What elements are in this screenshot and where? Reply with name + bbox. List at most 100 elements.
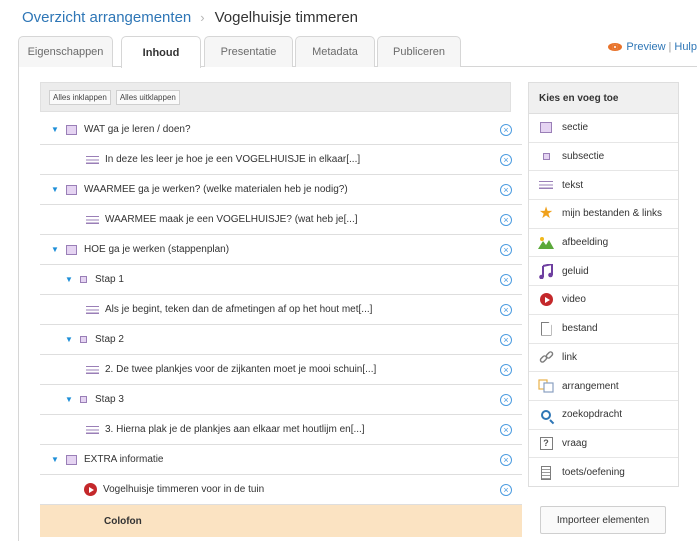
tree-toolbar: Alles inklappen Alles uitklappen bbox=[40, 82, 511, 112]
tree-row-text[interactable]: 2. De twee plankjes voor de zijkanten mo… bbox=[40, 355, 522, 385]
tree-row-video[interactable]: Vogelhuisje timmeren voor in de tuin × bbox=[40, 475, 522, 505]
sectie-icon bbox=[66, 184, 77, 195]
tree-row-section[interactable]: ▼ WAT ga je leren / doen? × bbox=[40, 115, 522, 145]
add-sectie[interactable]: sectie bbox=[529, 114, 678, 143]
collapse-toggle-icon[interactable]: ▼ bbox=[64, 275, 74, 284]
tree-row-subsection[interactable]: ▼ Stap 1 × bbox=[40, 265, 522, 295]
add-item-label: geluid bbox=[562, 265, 589, 277]
add-item-label: arrangement bbox=[562, 380, 619, 392]
text-lines-icon bbox=[86, 365, 99, 374]
link-chain-icon bbox=[538, 349, 554, 365]
add-video[interactable]: video bbox=[529, 286, 678, 315]
help-link[interactable]: Hulp bbox=[674, 41, 697, 53]
add-element-panel: Kies en voeg toe sectie subsectie tekst … bbox=[528, 82, 679, 487]
collapse-all-button[interactable]: Alles inklappen bbox=[49, 89, 111, 105]
remove-icon[interactable]: × bbox=[500, 364, 512, 376]
add-afbeelding[interactable]: afbeelding bbox=[529, 229, 678, 258]
tree-row-section[interactable]: ▼ WAARMEE ga je werken? (welke materiale… bbox=[40, 175, 522, 205]
remove-icon[interactable]: × bbox=[500, 154, 512, 166]
add-vraag[interactable]: ? vraag bbox=[529, 430, 678, 459]
eye-icon bbox=[608, 43, 623, 51]
collapse-toggle-icon[interactable]: ▼ bbox=[50, 125, 60, 134]
remove-icon[interactable]: × bbox=[500, 484, 512, 496]
add-arrangement[interactable]: arrangement bbox=[529, 372, 678, 401]
add-bestand[interactable]: bestand bbox=[529, 315, 678, 344]
sectie-icon bbox=[66, 244, 77, 255]
breadcrumb: Overzicht arrangementen › Vogelhuisje ti… bbox=[22, 6, 358, 28]
add-link[interactable]: link bbox=[529, 344, 678, 373]
tree-row-label: 2. De twee plankjes voor de zijkanten mo… bbox=[105, 364, 377, 375]
arrangement-icon bbox=[538, 378, 554, 394]
tree-row-text[interactable]: WAARMEE maak je een VOGELHUISJE? (wat he… bbox=[40, 205, 522, 235]
tab-eigenschappen[interactable]: Eigenschappen bbox=[18, 36, 113, 67]
collapse-toggle-icon[interactable]: ▼ bbox=[64, 335, 74, 344]
search-icon bbox=[538, 407, 554, 423]
remove-icon[interactable]: × bbox=[500, 454, 512, 466]
colofon-row[interactable]: Colofon bbox=[40, 505, 522, 537]
tree-row-text[interactable]: In deze les leer je hoe je een VOGELHUIS… bbox=[40, 145, 522, 175]
breadcrumb-overview-link[interactable]: Overzicht arrangementen bbox=[22, 9, 191, 26]
remove-icon[interactable]: × bbox=[500, 274, 512, 286]
import-elements-button[interactable]: Importeer elementen bbox=[540, 506, 666, 534]
sectie-icon bbox=[66, 124, 77, 135]
tree-row-label: Stap 2 bbox=[95, 334, 124, 345]
tree-row-text[interactable]: Als je begint, teken dan de afmetingen a… bbox=[40, 295, 522, 325]
tree-row-section[interactable]: ▼ EXTRA informatie × bbox=[40, 445, 522, 475]
tree-row-section[interactable]: ▼ HOE ga je werken (stappenplan) × bbox=[40, 235, 522, 265]
add-toets-oefening[interactable]: toets/oefening bbox=[529, 458, 678, 487]
subsectie-icon bbox=[80, 276, 87, 283]
text-lines-icon bbox=[538, 177, 554, 193]
add-zoekopdracht[interactable]: zoekopdracht bbox=[529, 401, 678, 430]
add-tekst[interactable]: tekst bbox=[529, 171, 678, 201]
tree-row-label: HOE ga je werken (stappenplan) bbox=[84, 244, 230, 255]
collapse-toggle-icon[interactable]: ▼ bbox=[50, 245, 60, 254]
tree-row-subsection[interactable]: ▼ Stap 3 × bbox=[40, 385, 522, 415]
remove-icon[interactable]: × bbox=[500, 304, 512, 316]
add-item-label: afbeelding bbox=[562, 237, 609, 249]
remove-icon[interactable]: × bbox=[500, 184, 512, 196]
tree-row-text[interactable]: 3. Hierna plak je de plankjes aan elkaar… bbox=[40, 415, 522, 445]
remove-icon[interactable]: × bbox=[500, 244, 512, 256]
collapse-toggle-icon[interactable]: ▼ bbox=[50, 185, 60, 194]
remove-icon[interactable]: × bbox=[500, 334, 512, 346]
remove-icon[interactable]: × bbox=[500, 214, 512, 226]
tree-row-label: WAARMEE ga je werken? (welke materialen … bbox=[84, 184, 348, 195]
tree-row-label: WAARMEE maak je een VOGELHUISJE? (wat he… bbox=[105, 214, 358, 225]
remove-icon[interactable]: × bbox=[500, 394, 512, 406]
image-icon bbox=[538, 235, 554, 251]
preview-link[interactable]: Preview bbox=[626, 41, 665, 53]
collapse-toggle-icon[interactable]: ▼ bbox=[50, 455, 60, 464]
add-item-label: zoekopdracht bbox=[562, 409, 623, 421]
tree-row-label: WAT ga je leren / doen? bbox=[84, 124, 191, 135]
subsectie-icon bbox=[538, 149, 554, 165]
add-item-label: sectie bbox=[562, 122, 589, 134]
question-icon: ? bbox=[538, 435, 554, 451]
add-bestanden-links[interactable]: ★ mijn bestanden & links bbox=[529, 200, 678, 229]
add-item-label: mijn bestanden & links bbox=[562, 208, 663, 220]
add-item-label: link bbox=[562, 351, 578, 363]
link-separator: | bbox=[668, 41, 672, 53]
add-item-label: subsectie bbox=[562, 151, 605, 163]
breadcrumb-current: Vogelhuisje timmeren bbox=[214, 8, 359, 26]
add-item-label: vraag bbox=[562, 437, 588, 449]
tab-publiceren[interactable]: Publiceren bbox=[377, 36, 461, 67]
add-item-label: toets/oefening bbox=[562, 467, 625, 479]
sectie-icon bbox=[66, 454, 77, 465]
star-icon: ★ bbox=[538, 204, 554, 222]
tree-row-label: 3. Hierna plak je de plankjes aan elkaar… bbox=[105, 424, 365, 435]
remove-icon[interactable]: × bbox=[500, 424, 512, 436]
tree-row-label: EXTRA informatie bbox=[84, 454, 164, 465]
sectie-icon bbox=[538, 120, 554, 136]
video-play-icon bbox=[538, 292, 554, 308]
collapse-toggle-icon[interactable]: ▼ bbox=[64, 395, 74, 404]
tab-metadata[interactable]: Metadata bbox=[295, 36, 375, 67]
add-subsectie[interactable]: subsectie bbox=[529, 143, 678, 172]
tab-presentatie[interactable]: Presentatie bbox=[204, 36, 293, 67]
add-panel-title: Kies en voeg toe bbox=[529, 83, 678, 114]
remove-icon[interactable]: × bbox=[500, 124, 512, 136]
tab-inhoud[interactable]: Inhoud bbox=[121, 36, 201, 68]
tree-row-subsection[interactable]: ▼ Stap 2 × bbox=[40, 325, 522, 355]
subsectie-icon bbox=[80, 396, 87, 403]
add-geluid[interactable]: geluid bbox=[529, 257, 678, 287]
expand-all-button[interactable]: Alles uitklappen bbox=[115, 89, 180, 105]
